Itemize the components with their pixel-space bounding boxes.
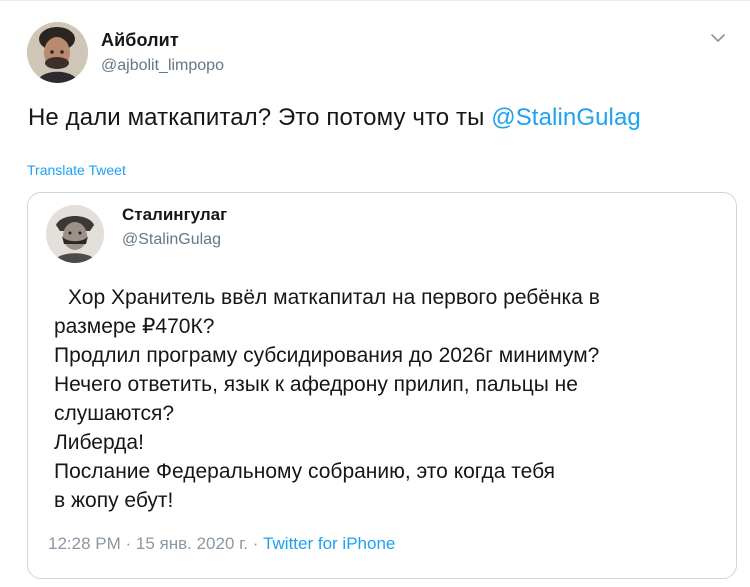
quoted-text-line-7: Послание Федеральному собранию, это когд… — [54, 460, 556, 483]
quoted-tweet-card[interactable]: Сталингулаг @StalinGulag Хор Хранитель в… — [27, 192, 737, 579]
quoted-avatar[interactable] — [46, 205, 104, 263]
quoted-user-handle[interactable]: @StalinGulag — [122, 231, 221, 249]
avatar[interactable] — [27, 22, 88, 83]
avatar-image — [27, 22, 88, 83]
translate-tweet-link[interactable]: Translate Tweet — [27, 162, 126, 178]
quoted-tweet-text: Хор Хранитель ввёл маткапитал на первого… — [54, 283, 719, 515]
tweet-text: Не дали маткапитал? Это потому что ты @S… — [28, 101, 728, 135]
meta-separator: · — [120, 534, 136, 553]
quoted-text-line-5: слушаются? — [54, 402, 175, 425]
display-name[interactable]: Айболит — [101, 30, 179, 51]
chevron-down-icon[interactable] — [709, 29, 727, 47]
tweet-text-prefix: Не дали маткапитал? Это потому что ты — [28, 104, 492, 131]
meta-separator: · — [247, 534, 264, 553]
tweet-time[interactable]: 12:28 PM — [48, 534, 121, 553]
mention-link[interactable]: @StalinGulag — [491, 104, 641, 131]
quoted-display-name[interactable]: Сталингулаг — [122, 205, 227, 225]
tweet-source-link[interactable]: Twitter for iPhone — [263, 534, 395, 553]
quoted-text-line-6: Либерда! — [54, 431, 144, 454]
quoted-text-line-3: Продлил програму субсидирования до 2026г… — [54, 344, 600, 367]
quoted-text-line-8: в жопу ебут! — [54, 489, 174, 512]
tweet-header: Айболит @ajbolit_limpopo — [27, 19, 727, 89]
quoted-text-line-2: размере ₽470К? — [54, 315, 215, 338]
quoted-text-line-1: Хор Хранитель ввёл маткапитал на первого… — [68, 286, 600, 309]
quoted-avatar-image — [46, 205, 104, 263]
user-handle[interactable]: @ajbolit_limpopo — [101, 57, 224, 75]
tweet-date[interactable]: 15 янв. 2020 г. — [136, 534, 248, 553]
tweet-page: Айболит @ajbolit_limpopo Не дали маткапи… — [0, 0, 750, 587]
quoted-text-line-4: Нечего ответить, язык к афедрону прилип,… — [54, 373, 578, 396]
quoted-tweet-meta: 12:28 PM · 15 янв. 2020 г. · Twitter for… — [48, 534, 395, 554]
